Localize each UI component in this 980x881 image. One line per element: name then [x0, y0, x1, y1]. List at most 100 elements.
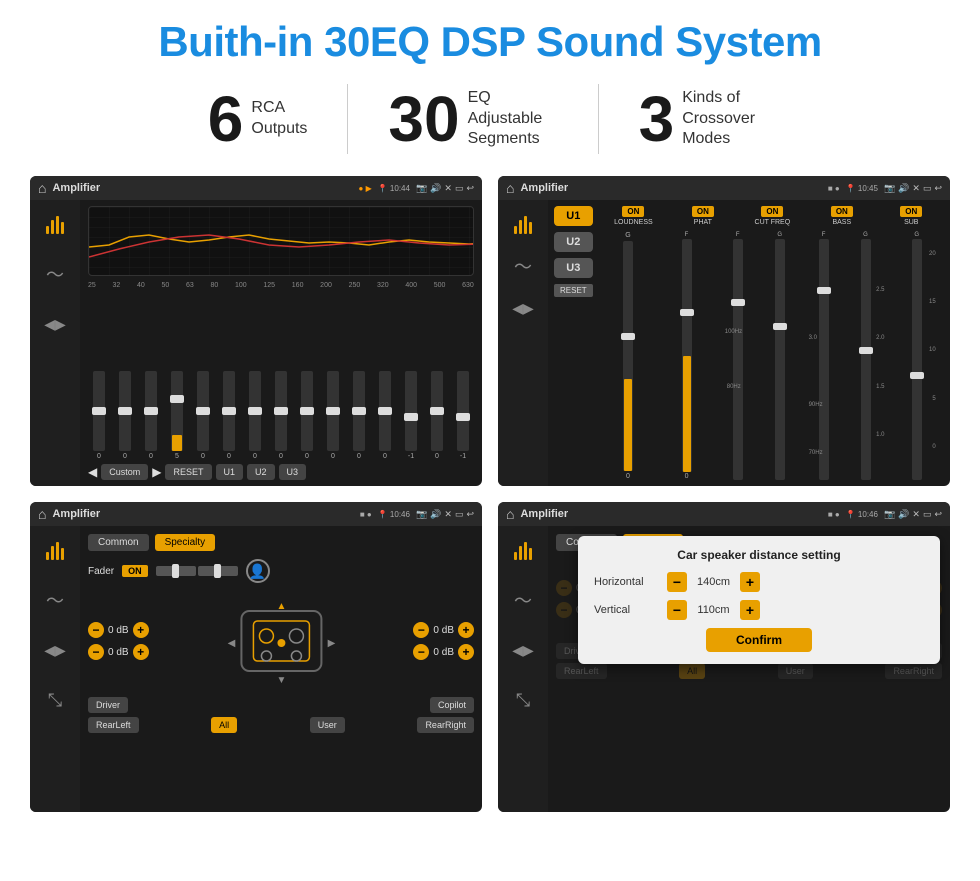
stat-eq-number: 30: [388, 87, 459, 151]
front-left-plus[interactable]: +: [133, 622, 149, 638]
vertical-label: Vertical: [594, 604, 659, 616]
horizontal-minus-btn[interactable]: −: [667, 572, 687, 592]
eq-volume-icon[interactable]: ◀▶: [39, 308, 71, 340]
screen-panel-crossover: ⌂ Amplifier ■ ● 📍 10:45 📷🔊✕▭↩: [498, 176, 950, 486]
cross-filter-icon[interactable]: [507, 208, 539, 240]
distance-dialog: Car speaker distance setting Horizontal …: [578, 536, 940, 664]
copilot-btn[interactable]: Copilot: [430, 697, 474, 713]
eq-u3-btn[interactable]: U3: [279, 464, 307, 480]
eq-u2-btn[interactable]: U2: [247, 464, 275, 480]
eq-slider-3: 5: [166, 371, 188, 460]
dialog-title: Car speaker distance setting: [594, 548, 924, 562]
dist-volume-icon[interactable]: ◀▶: [507, 634, 539, 666]
eq-wave-icon[interactable]: 〜: [39, 258, 71, 290]
phat-on-badge: ON: [692, 206, 714, 217]
fader-bottom-btns: Driver Copilot: [88, 697, 474, 713]
rear-left-minus[interactable]: −: [88, 644, 104, 660]
eq-u1-btn[interactable]: U1: [216, 464, 244, 480]
horizontal-stepper: − 140cm +: [667, 572, 760, 592]
horizontal-plus-btn[interactable]: +: [740, 572, 760, 592]
eq-slider-1: 0: [114, 371, 136, 460]
screen-panel-fader: ⌂ Amplifier ■ ● 📍 10:46 📷🔊✕▭↩: [30, 502, 482, 812]
fader-expand-icon[interactable]: ⤡: [39, 684, 71, 716]
u2-button[interactable]: U2: [554, 232, 593, 252]
svg-text:▲: ▲: [276, 601, 286, 612]
eq-next-arrow[interactable]: ▶: [152, 465, 161, 479]
eq-filter-icon[interactable]: [39, 208, 71, 240]
user-btn[interactable]: User: [310, 717, 345, 733]
bass-on-badge: ON: [831, 206, 853, 217]
app-title-1: Amplifier: [52, 182, 352, 194]
fader-volume-icon[interactable]: ◀▶: [39, 634, 71, 666]
u-buttons: U1 U2 U3 RESET: [554, 206, 593, 480]
cross-wave-icon[interactable]: 〜: [507, 250, 539, 282]
confirm-button[interactable]: Confirm: [706, 628, 812, 652]
rearright-btn[interactable]: RearRight: [417, 717, 474, 733]
fader-on-badge[interactable]: ON: [122, 565, 148, 577]
dist-filter-icon[interactable]: [507, 534, 539, 566]
rear-left-plus[interactable]: +: [133, 644, 149, 660]
vertical-minus-btn[interactable]: −: [667, 600, 687, 620]
status-icons-3: 📷🔊✕▭↩: [416, 509, 474, 520]
fader-tabs: Common Specialty: [88, 534, 474, 551]
screenshots-grid: ⌂ Amplifier ● ▶ 📍 10:44 📷🔊✕▭↩: [30, 176, 950, 812]
home-icon-4[interactable]: ⌂: [506, 506, 514, 522]
fader-wave-icon[interactable]: 〜: [39, 584, 71, 616]
panel-dist-content: 〜 ◀▶ ⤡ Common Specialty: [498, 526, 950, 812]
dist-main: Common Specialty − 0 dB +: [548, 526, 950, 812]
fader-main: Common Specialty Fader ON: [80, 526, 482, 812]
cutfreq-on-badge: ON: [761, 206, 783, 217]
fader-label: Fader: [88, 566, 114, 577]
cross-volume-icon[interactable]: ◀▶: [507, 292, 539, 324]
car-diagram-svg: ▲ ▼ ◀ ▶: [155, 591, 408, 691]
stats-row: 6 RCAOutputs 30 EQ AdjustableSegments 3 …: [30, 84, 950, 154]
eq-slider-4: 0: [192, 371, 214, 460]
u3-button[interactable]: U3: [554, 258, 593, 278]
rear-left-db-control: − 0 dB +: [88, 644, 149, 660]
eq-curve-svg: [89, 207, 473, 275]
status-bar-2: ⌂ Amplifier ■ ● 📍 10:45 📷🔊✕▭↩: [498, 176, 950, 200]
all-btn[interactable]: All: [211, 717, 237, 733]
eq-reset-btn[interactable]: RESET: [165, 464, 211, 480]
tab-common[interactable]: Common: [88, 534, 149, 551]
panel-cross-content: 〜 ◀▶ U1 U2 U3 RESET: [498, 200, 950, 486]
dist-expand-icon[interactable]: ⤡: [507, 684, 539, 716]
eq-graph: [88, 206, 474, 276]
rear-left-db-val: 0 dB: [108, 647, 129, 658]
rearleft-btn[interactable]: RearLeft: [88, 717, 139, 733]
app-title-2: Amplifier: [520, 182, 821, 194]
vertical-plus-btn[interactable]: +: [740, 600, 760, 620]
eq-sliders: 0 0 0 5: [88, 293, 474, 460]
svg-text:▼: ▼: [276, 675, 286, 686]
rear-right-minus[interactable]: −: [413, 644, 429, 660]
screen-panel-distance: ⌂ Amplifier ■ ● 📍 10:46 📷🔊✕▭↩: [498, 502, 950, 812]
eq-slider-8: 0: [296, 371, 318, 460]
fader-bottom-btns-2: RearLeft All User RearRight: [88, 717, 474, 733]
eq-prev-arrow[interactable]: ◀: [88, 465, 97, 479]
home-icon-3[interactable]: ⌂: [38, 506, 46, 522]
eq-slider-7: 0: [270, 371, 292, 460]
home-icon-1[interactable]: ⌂: [38, 180, 46, 196]
dist-wave-icon[interactable]: 〜: [507, 584, 539, 616]
u1-button[interactable]: U1: [554, 206, 593, 226]
front-right-minus[interactable]: −: [413, 622, 429, 638]
stat-rca-number: 6: [208, 87, 244, 151]
horizontal-value: 140cm: [691, 576, 736, 588]
driver-btn[interactable]: Driver: [88, 697, 128, 713]
eq-main: 2532405063 80100125160200 25032040050063…: [80, 200, 482, 486]
front-right-plus[interactable]: +: [458, 622, 474, 638]
tab-specialty[interactable]: Specialty: [155, 534, 216, 551]
loudness-on-badge: ON: [622, 206, 644, 217]
status-icons-1: 📷🔊✕▭↩: [416, 183, 474, 194]
eq-controls: ◀ Custom ▶ RESET U1 U2 U3: [88, 464, 474, 480]
eq-custom-btn[interactable]: Custom: [101, 464, 148, 480]
front-left-minus[interactable]: −: [88, 622, 104, 638]
home-icon-2[interactable]: ⌂: [506, 180, 514, 196]
eq-freq-labels: 2532405063 80100125160200 25032040050063…: [88, 282, 474, 289]
fader-filter-icon[interactable]: [39, 534, 71, 566]
stat-eq: 30 EQ AdjustableSegments: [348, 87, 597, 151]
cross-reset-btn[interactable]: RESET: [554, 284, 593, 297]
rear-right-plus[interactable]: +: [458, 644, 474, 660]
front-right-db-val: 0 dB: [433, 625, 454, 636]
screen-panel-eq: ⌂ Amplifier ● ▶ 📍 10:44 📷🔊✕▭↩: [30, 176, 482, 486]
